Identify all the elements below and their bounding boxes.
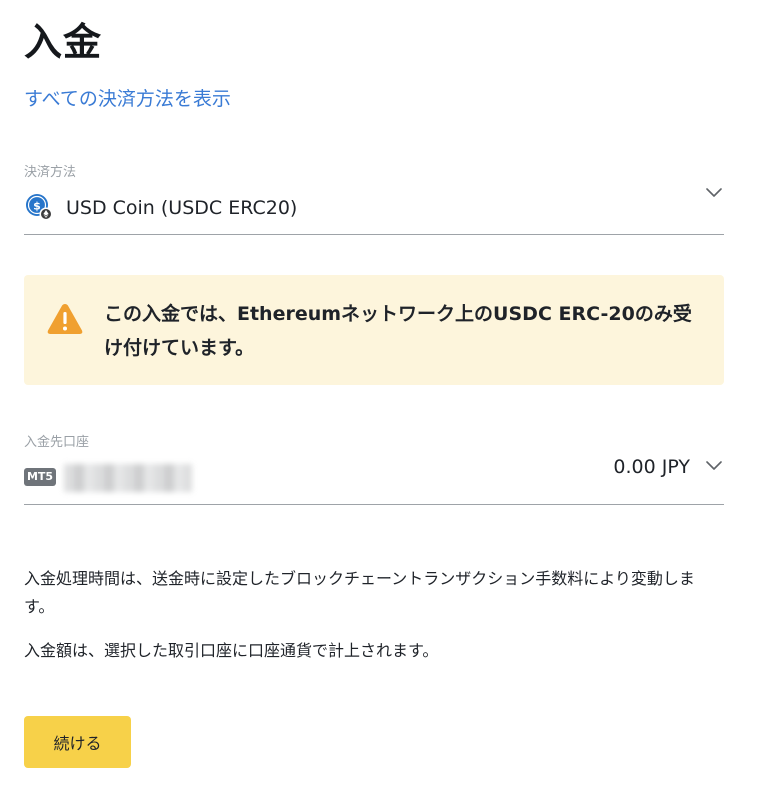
all-payment-methods-link[interactable]: すべての決済方法を表示 — [24, 86, 231, 112]
processing-time-note: 入金処理時間は、送金時に設定したブロックチェーントランザクション手数料により変動… — [24, 569, 695, 616]
warning-message: この入金では、Ethereumネットワーク上のUSDC ERC-20のみ受け付け… — [104, 303, 692, 359]
currency-note: 入金額は、選択した取引口座に口座通貨で計上されます。 — [24, 641, 439, 660]
page-title: 入金 — [24, 20, 103, 64]
svg-text:$: $ — [33, 200, 41, 213]
payment-method-value: USD Coin (USDC ERC20) — [66, 197, 298, 219]
account-number-redacted — [64, 464, 192, 492]
continue-button[interactable]: 続ける — [24, 716, 131, 768]
payment-method-select[interactable]: 決済方法 $ USD Coin (USDC ERC20) — [24, 158, 724, 235]
usdc-coin-icon: $ — [26, 194, 53, 221]
payment-method-label: 決済方法 — [24, 165, 77, 180]
chevron-down-icon — [706, 461, 722, 470]
platform-badge: MT5 — [24, 468, 56, 486]
chevron-down-icon — [706, 188, 722, 197]
deposit-account-select[interactable]: 入金先口座 MT5 0.00 JPY — [24, 428, 724, 505]
warning-banner: この入金では、Ethereumネットワーク上のUSDC ERC-20のみ受け付け… — [24, 275, 724, 385]
account-balance: 0.00 JPY — [613, 456, 690, 478]
deposit-account-label: 入金先口座 — [24, 435, 90, 450]
warning-triangle-icon — [47, 304, 83, 334]
